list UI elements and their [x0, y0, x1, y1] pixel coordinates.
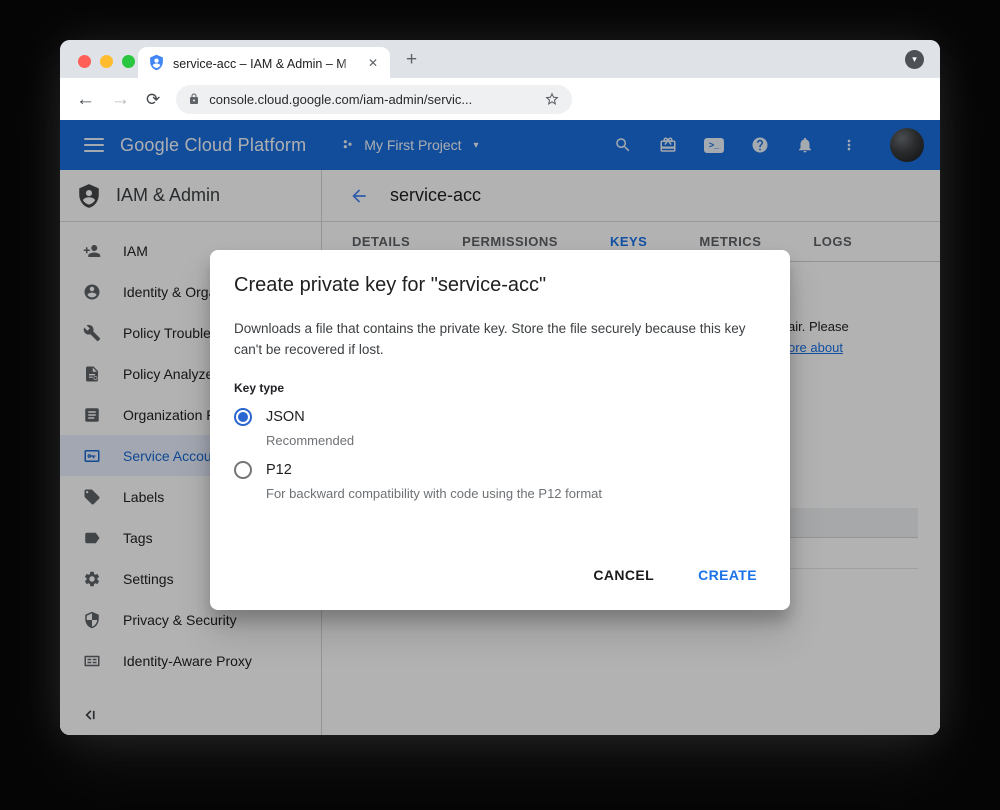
p12-option-description: For backward compatibility with code usi… — [266, 486, 766, 501]
back-button[interactable]: ← — [76, 90, 95, 109]
zoom-window-button[interactable] — [122, 55, 135, 68]
url-text: console.cloud.google.com/iam-admin/servi… — [209, 92, 535, 107]
radio-option-json[interactable]: JSON — [234, 408, 766, 426]
key-type-label: Key type — [234, 381, 766, 395]
address-bar[interactable]: console.cloud.google.com/iam-admin/servi… — [176, 85, 572, 114]
browser-tab[interactable]: service-acc – IAM & Admin – M ✕ — [138, 47, 390, 78]
dialog-description: Downloads a file that contains the priva… — [234, 318, 766, 360]
forward-button[interactable]: → — [111, 90, 130, 109]
dialog-actions: CANCEL CREATE — [576, 558, 774, 592]
minimize-window-button[interactable] — [100, 55, 113, 68]
browser-toolbar: ← → ⟳ console.cloud.google.com/iam-admin… — [60, 78, 940, 120]
traffic-lights — [78, 55, 135, 68]
bookmark-star-icon[interactable] — [544, 91, 560, 107]
browser-tabstrip: service-acc – IAM & Admin – M ✕ + ▾ — [60, 40, 940, 78]
browser-window: service-acc – IAM & Admin – M ✕ + ▾ ← → … — [60, 40, 940, 735]
cancel-button[interactable]: CANCEL — [576, 558, 671, 592]
browser-profile-button[interactable]: ▾ — [905, 50, 924, 69]
radio-option-p12[interactable]: P12 — [234, 461, 766, 479]
iam-favicon-icon — [148, 54, 165, 71]
close-window-button[interactable] — [78, 55, 91, 68]
radio-p12-unselected[interactable] — [234, 461, 252, 479]
new-tab-button[interactable]: + — [406, 49, 417, 71]
page-content: Google Cloud Platform My First Project ▾… — [60, 120, 940, 735]
json-option-description: Recommended — [266, 433, 766, 448]
tab-close-icon[interactable]: ✕ — [366, 54, 380, 72]
lock-icon — [188, 93, 200, 105]
create-button[interactable]: CREATE — [681, 558, 774, 592]
dialog-title: Create private key for "service-acc" — [234, 274, 766, 297]
reload-button[interactable]: ⟳ — [146, 91, 160, 108]
create-key-dialog: Create private key for "service-acc" Dow… — [210, 250, 790, 610]
tab-title: service-acc – IAM & Admin – M — [173, 57, 347, 71]
radio-json-selected[interactable] — [234, 408, 252, 426]
